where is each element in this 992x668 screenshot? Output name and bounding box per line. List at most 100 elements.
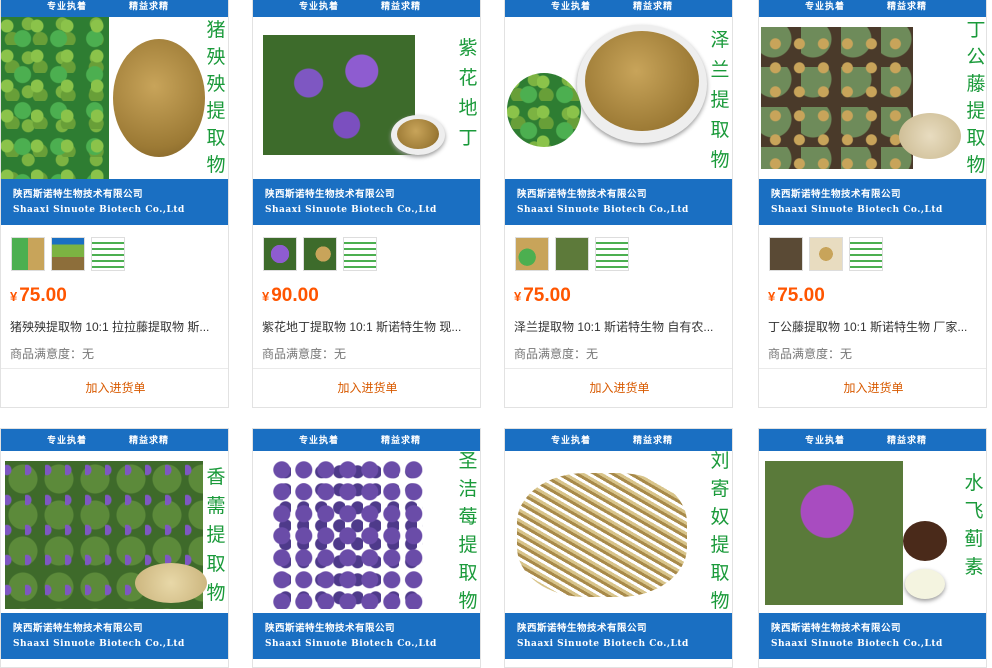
product-name-link[interactable]: 猪殃殃提取物 10:1 拉拉藤提取物 斯... xyxy=(10,318,222,335)
thumbnail[interactable] xyxy=(769,237,803,271)
company-band: 陕西斯诺特生物技术有限公司 Shaaxi Sinuote Biotech Co.,… xyxy=(1,179,228,225)
product-image[interactable]: 专业执着 精益求精 圣洁莓提取物 陕西斯诺特生物技术有限公司 Shaaxi Sinu… xyxy=(253,429,480,659)
company-name-en: Shaaxi Sinuote Biotech Co.,Ltd xyxy=(265,205,437,215)
product-image[interactable]: 专业执着 精益求精 猪殃殃提取物 陕西斯诺特生物技术有限公司 Shaaxi Sinu… xyxy=(1,0,228,225)
thumbnail[interactable] xyxy=(51,237,85,271)
image-top-banner: 专业执着 精益求精 xyxy=(505,429,732,451)
product-image[interactable]: 专业执着 精益求精 刘寄奴提取物 陕西斯诺特生物技术有限公司 Shaaxi Sinu… xyxy=(505,429,732,659)
add-to-cart-button[interactable]: 加入进货单 xyxy=(1,379,228,396)
vertical-product-title: 刘寄奴提取物 xyxy=(710,450,730,612)
product-photo xyxy=(759,17,986,179)
product-card[interactable]: 专业执着 精益求精 水飞蓟素 陕西斯诺特生物技术有限公司 Shaaxi Sinuot… xyxy=(758,428,987,668)
product-photo xyxy=(253,451,480,613)
add-to-cart-button[interactable]: 加入进货单 xyxy=(253,379,480,396)
banner-left-text: 专业执着 xyxy=(47,436,88,446)
thumbnail[interactable] xyxy=(849,237,883,271)
vertical-product-title: 圣洁莓提取物 xyxy=(458,450,478,612)
thumbnail[interactable] xyxy=(91,237,125,271)
thumbnail[interactable] xyxy=(303,237,337,271)
company-name-en: Shaaxi Sinuote Biotech Co.,Ltd xyxy=(265,639,437,649)
thumbnail[interactable] xyxy=(515,237,549,271)
company-band: 陕西斯诺特生物技术有限公司 Shaaxi Sinuote Biotech Co.,… xyxy=(759,613,986,659)
product-name-link[interactable]: 丁公藤提取物 10:1 斯诺特生物 厂家... xyxy=(768,318,980,335)
product-photo xyxy=(253,17,480,179)
product-card[interactable]: 专业执着 精益求精 丁公藤提取物 陕西斯诺特生物技术有限公司 Shaaxi Sinu… xyxy=(758,0,987,408)
satisfaction-text: 商品满意度：无 xyxy=(768,347,853,361)
company-name-en: Shaaxi Sinuote Biotech Co.,Ltd xyxy=(517,639,689,649)
product-card[interactable]: 专业执着 精益求精 刘寄奴提取物 陕西斯诺特生物技术有限公司 Shaaxi Sinu… xyxy=(504,428,733,668)
banner-right-text: 精益求精 xyxy=(129,436,170,446)
product-photo xyxy=(1,451,228,613)
company-name-cn: 陕西斯诺特生物技术有限公司 xyxy=(517,189,648,200)
product-image[interactable]: 专业执着 精益求精 丁公藤提取物 陕西斯诺特生物技术有限公司 Shaaxi Sinu… xyxy=(759,0,986,225)
divider xyxy=(759,368,986,369)
product-photo xyxy=(505,17,732,179)
product-photo xyxy=(759,451,986,613)
vertical-product-title: 紫花地丁 xyxy=(458,37,478,149)
thumbnail[interactable] xyxy=(11,237,45,271)
image-top-banner: 专业执着 精益求精 xyxy=(505,0,732,17)
company-name-cn: 陕西斯诺特生物技术有限公司 xyxy=(771,623,902,634)
vertical-product-title: 丁公藤提取物 xyxy=(966,19,986,176)
product-card[interactable]: 专业执着 精益求精 紫花地丁 陕西斯诺特生物技术有限公司 Shaaxi Sinuot… xyxy=(252,0,481,408)
company-band: 陕西斯诺特生物技术有限公司 Shaaxi Sinuote Biotech Co.,… xyxy=(253,179,480,225)
thumbnail[interactable] xyxy=(263,237,297,271)
product-image[interactable]: 专业执着 精益求精 泽兰提取物 陕西斯诺特生物技术有限公司 Shaaxi Sinuo… xyxy=(505,0,732,225)
image-top-banner: 专业执着 精益求精 xyxy=(253,0,480,17)
company-name-cn: 陕西斯诺特生物技术有限公司 xyxy=(265,623,396,634)
banner-right-text: 精益求精 xyxy=(887,2,928,12)
company-name-cn: 陕西斯诺特生物技术有限公司 xyxy=(517,623,648,634)
company-band: 陕西斯诺特生物技术有限公司 Shaaxi Sinuote Biotech Co.,… xyxy=(505,613,732,659)
add-to-cart-button[interactable]: 加入进货单 xyxy=(505,379,732,396)
banner-left-text: 专业执着 xyxy=(805,436,846,446)
product-image[interactable]: 专业执着 精益求精 紫花地丁 陕西斯诺特生物技术有限公司 Shaaxi Sinuot… xyxy=(253,0,480,225)
company-name-en: Shaaxi Sinuote Biotech Co.,Ltd xyxy=(517,205,689,215)
company-name-en: Shaaxi Sinuote Biotech Co.,Ltd xyxy=(13,639,185,649)
company-name-en: Shaaxi Sinuote Biotech Co.,Ltd xyxy=(13,205,185,215)
product-name-link[interactable]: 泽兰提取物 10:1 斯诺特生物 自有农... xyxy=(514,318,726,335)
thumbnail[interactable] xyxy=(555,237,589,271)
banner-left-text: 专业执着 xyxy=(551,436,592,446)
thumbnail-strip xyxy=(263,237,383,273)
company-name-cn: 陕西斯诺特生物技术有限公司 xyxy=(13,623,144,634)
thumbnail-strip xyxy=(515,237,635,273)
thumbnail-strip xyxy=(11,237,131,273)
satisfaction-text: 商品满意度：无 xyxy=(262,347,347,361)
image-top-banner: 专业执着 精益求精 xyxy=(253,429,480,451)
company-name-en: Shaaxi Sinuote Biotech Co.,Ltd xyxy=(771,205,943,215)
company-band: 陕西斯诺特生物技术有限公司 Shaaxi Sinuote Biotech Co.,… xyxy=(1,613,228,659)
company-band: 陕西斯诺特生物技术有限公司 Shaaxi Sinuote Biotech Co.,… xyxy=(759,179,986,225)
product-photo xyxy=(1,17,228,179)
banner-left-text: 专业执着 xyxy=(299,436,340,446)
banner-right-text: 精益求精 xyxy=(381,2,422,12)
divider xyxy=(505,368,732,369)
company-band: 陕西斯诺特生物技术有限公司 Shaaxi Sinuote Biotech Co.,… xyxy=(253,613,480,659)
thumbnail[interactable] xyxy=(343,237,377,271)
product-price: ¥90.00 xyxy=(262,285,319,306)
product-card[interactable]: 专业执着 精益求精 香薷提取物 陕西斯诺特生物技术有限公司 Shaaxi Sinuo… xyxy=(0,428,229,668)
banner-right-text: 精益求精 xyxy=(633,2,674,12)
divider xyxy=(1,368,228,369)
image-top-banner: 专业执着 精益求精 xyxy=(1,0,228,17)
product-name-link[interactable]: 紫花地丁提取物 10:1 斯诺特生物 现... xyxy=(262,318,474,335)
add-to-cart-button[interactable]: 加入进货单 xyxy=(759,379,986,396)
product-photo xyxy=(505,451,732,613)
vertical-product-title: 水飞蓟素 xyxy=(964,472,984,578)
banner-right-text: 精益求精 xyxy=(129,2,170,12)
product-card[interactable]: 专业执着 精益求精 圣洁莓提取物 陕西斯诺特生物技术有限公司 Shaaxi Sinu… xyxy=(252,428,481,668)
product-image[interactable]: 专业执着 精益求精 香薷提取物 陕西斯诺特生物技术有限公司 Shaaxi Sinuo… xyxy=(1,429,228,659)
image-top-banner: 专业执着 精益求精 xyxy=(759,0,986,17)
product-image[interactable]: 专业执着 精益求精 水飞蓟素 陕西斯诺特生物技术有限公司 Shaaxi Sinuot… xyxy=(759,429,986,659)
company-name-cn: 陕西斯诺特生物技术有限公司 xyxy=(13,189,144,200)
thumbnail[interactable] xyxy=(595,237,629,271)
vertical-product-title: 泽兰提取物 xyxy=(710,29,730,171)
thumbnail-strip xyxy=(769,237,889,273)
company-name-en: Shaaxi Sinuote Biotech Co.,Ltd xyxy=(771,639,943,649)
product-card[interactable]: 专业执着 精益求精 猪殃殃提取物 陕西斯诺特生物技术有限公司 Shaaxi Sinu… xyxy=(0,0,229,408)
banner-left-text: 专业执着 xyxy=(299,2,340,12)
thumbnail[interactable] xyxy=(809,237,843,271)
banner-right-text: 精益求精 xyxy=(381,436,422,446)
product-card[interactable]: 专业执着 精益求精 泽兰提取物 陕西斯诺特生物技术有限公司 Shaaxi Sinuo… xyxy=(504,0,733,408)
satisfaction-text: 商品满意度：无 xyxy=(514,347,599,361)
image-top-banner: 专业执着 精益求精 xyxy=(759,429,986,451)
